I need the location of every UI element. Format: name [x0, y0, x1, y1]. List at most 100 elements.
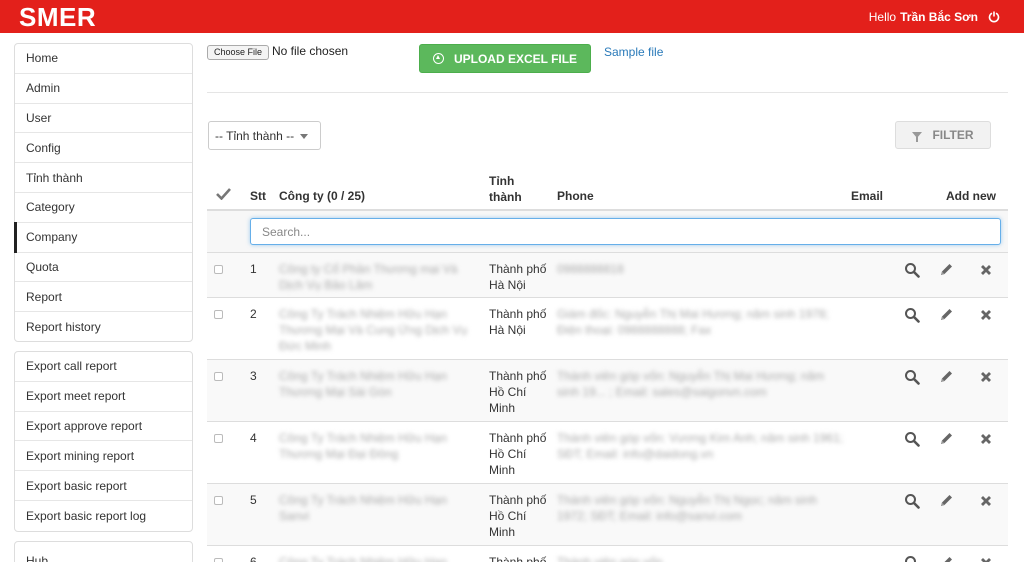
delete-icon[interactable] — [978, 369, 994, 385]
table-row[interactable]: 5 Công Ty Trách Nhiệm Hữu Hạn Sanvi Thành … — [207, 484, 1008, 546]
delete-icon[interactable] — [978, 431, 994, 447]
delete-icon[interactable] — [978, 493, 994, 509]
sidebar-item-user[interactable]: User — [15, 104, 192, 134]
sidebar-item-tỉnh-thành[interactable]: Tỉnh thành — [15, 163, 192, 193]
sidebar-item-label: Export basic report log — [26, 508, 147, 523]
table-row[interactable]: 2 Công Ty Trách Nhiệm Hữu Hạn Thương Mại … — [207, 298, 1008, 360]
sidebar-item-config[interactable]: Config — [15, 133, 192, 164]
sample-file-link[interactable]: Sample file — [604, 45, 663, 59]
row-phone: Thành viên góp vốn: Nguyễn Thị Mai Hương… — [557, 369, 825, 399]
row-stt: 5 — [250, 493, 257, 507]
check-all-icon[interactable] — [216, 187, 231, 200]
row-checkbox[interactable] — [214, 310, 223, 319]
table-row[interactable]: 1 Công ty Cổ Phần Thương mại Và Dịch Vụ B… — [207, 253, 1008, 298]
row-phone: Thành viên góp vốn — [557, 555, 663, 562]
sidebar-item-label: Export meet report — [26, 389, 126, 404]
sidebar-item-label: Export call report — [26, 359, 117, 374]
table-body: 1 Công ty Cổ Phần Thương mại Và Dịch Vụ B… — [207, 253, 1008, 562]
header-province-line2: thành — [489, 190, 522, 204]
sidebar-item-label: Report history — [26, 320, 101, 335]
sidebar-item-export-mining-report[interactable]: Export mining report — [15, 441, 192, 472]
power-icon[interactable] — [988, 11, 1000, 23]
choose-file-button[interactable]: Choose File — [207, 45, 270, 60]
table-row[interactable]: 4 Công Ty Trách Nhiệm Hữu Hạn Thương Mại … — [207, 422, 1008, 484]
row-company: Công ty Cổ Phần Thương mại Và Dịch Vụ Bả… — [279, 262, 458, 292]
pencil-icon[interactable] — [938, 262, 954, 278]
sidebar-item-export-call-report[interactable]: Export call report — [15, 352, 192, 382]
sidebar-item-home[interactable]: Home — [15, 44, 192, 74]
row-phone: Giám đốc: Nguyễn Thị Mai Hương; năm sinh… — [557, 307, 829, 337]
row-company: Công Ty Trách Nhiệm Hữu Hạn Sản — [279, 555, 447, 562]
sidebar-item-label: Export basic report — [26, 478, 127, 493]
pencil-icon[interactable] — [938, 493, 954, 509]
delete-icon[interactable] — [978, 262, 994, 278]
header-email[interactable]: Email — [851, 189, 883, 203]
sidebar-item-export-basic-report[interactable]: Export basic report — [15, 471, 192, 501]
row-province: Thành phố Hồ Chí Minh — [489, 493, 547, 539]
view-icon[interactable] — [904, 431, 920, 447]
sidebar-menu-main: Home Admin User Config Tỉnh thành Category Com… — [14, 43, 193, 342]
sidebar-menu-extra: Hub — [14, 541, 193, 562]
sidebar-item-label: Hub — [26, 554, 49, 562]
pencil-icon[interactable] — [938, 369, 954, 385]
view-icon[interactable] — [904, 262, 920, 278]
filter-button[interactable]: FILTER — [895, 121, 991, 149]
sidebar-item-report[interactable]: Report — [15, 282, 192, 313]
brand-logo[interactable]: SMER — [19, 2, 96, 33]
user-name[interactable]: Trần Bắc Sơn — [900, 10, 978, 24]
sidebar-item-report-history[interactable]: Report history — [15, 312, 192, 342]
header-province[interactable]: Tỉnh thành — [489, 173, 522, 205]
row-province: Thành phố Hồ Chí Minh — [489, 369, 547, 415]
row-company: Công Ty Trách Nhiệm Hữu Hạn Thương Mại Đ… — [279, 431, 447, 461]
row-checkbox[interactable] — [214, 372, 223, 381]
greeting-text: Hello — [868, 10, 897, 24]
sidebar-menu-exports: Export call report Export meet report Expo… — [14, 351, 193, 532]
pencil-icon[interactable] — [938, 431, 954, 447]
row-checkbox[interactable] — [214, 265, 223, 274]
user-greeting: Hello Trần Bắc Sơn — [869, 10, 1000, 24]
header-stt[interactable]: Stt — [250, 189, 266, 203]
view-icon[interactable] — [904, 493, 920, 509]
row-checkbox[interactable] — [214, 496, 223, 505]
sidebar-item-export-meet-report[interactable]: Export meet report — [15, 382, 192, 412]
table-row[interactable]: 6 Công Ty Trách Nhiệm Hữu Hạn Sản Thành ph… — [207, 546, 1008, 562]
table-search-row — [207, 211, 1008, 253]
sidebar-item-admin[interactable]: Admin — [15, 74, 192, 104]
province-select-value: -- Tỉnh thành -- — [215, 128, 295, 143]
row-checkbox[interactable] — [214, 558, 223, 562]
row-province: Thành phố — [489, 555, 547, 562]
sidebar-item-label: Config — [26, 140, 61, 155]
file-status-text: No file chosen — [272, 44, 349, 58]
row-checkbox[interactable] — [214, 434, 223, 443]
pencil-icon[interactable] — [938, 307, 954, 323]
sidebar-item-label: Tỉnh thành — [26, 170, 83, 185]
row-stt: 4 — [250, 431, 257, 445]
view-icon[interactable] — [904, 369, 920, 385]
add-new-link[interactable]: Add new — [946, 189, 996, 203]
pencil-icon[interactable] — [938, 555, 954, 562]
table-search-input[interactable] — [250, 218, 1001, 245]
filter-button-label: FILTER — [932, 128, 974, 142]
header-company[interactable]: Công ty (0 / 25) — [279, 189, 365, 203]
table-row[interactable]: 3 Công Ty Trách Nhiệm Hữu Hạn Thương Mại … — [207, 360, 1008, 422]
sidebar-item-label: Quota — [26, 259, 59, 274]
delete-icon[interactable] — [978, 307, 994, 323]
view-icon[interactable] — [904, 555, 920, 562]
sidebar-item-company[interactable]: Company — [14, 221, 192, 253]
sidebar-item-export-approve-report[interactable]: Export approve report — [15, 412, 192, 442]
upload-excel-button[interactable]: UPLOAD EXCEL FILE — [419, 44, 591, 73]
row-province: Thành phố Hồ Chí Minh — [489, 431, 547, 477]
sidebar-item-export-basic-report-log[interactable]: Export basic report log — [15, 501, 192, 531]
row-stt: 6 — [250, 555, 257, 562]
sidebar-item-category[interactable]: Category — [15, 193, 192, 223]
province-select[interactable]: -- Tỉnh thành -- — [208, 121, 321, 150]
sidebar-item-label: User — [26, 110, 52, 125]
sidebar-item-quota[interactable]: Quota — [15, 253, 192, 283]
row-stt: 1 — [250, 262, 257, 276]
delete-icon[interactable] — [978, 555, 994, 562]
row-company: Công Ty Trách Nhiệm Hữu Hạn Sanvi — [279, 493, 447, 523]
sidebar-item-hub[interactable]: Hub — [15, 542, 192, 562]
row-stt: 3 — [250, 369, 257, 383]
header-phone[interactable]: Phone — [557, 189, 594, 203]
view-icon[interactable] — [904, 307, 920, 323]
